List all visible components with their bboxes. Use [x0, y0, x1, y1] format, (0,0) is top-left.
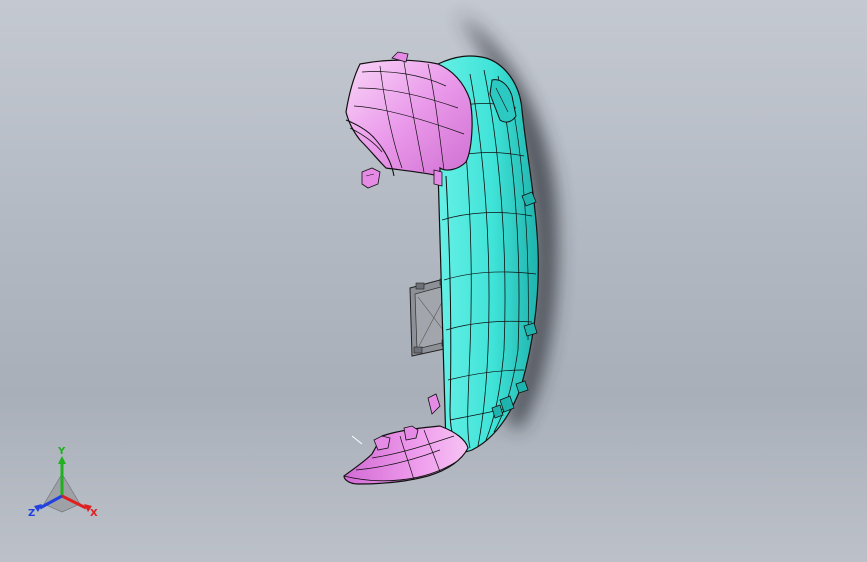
triad-z-label: Z — [28, 508, 35, 519]
orientation-triad[interactable]: Y X Z — [20, 444, 110, 524]
triad-x-label: X — [90, 508, 98, 519]
y-arrow-icon — [58, 456, 66, 464]
graphics-viewport[interactable]: Y X Z — [0, 0, 867, 562]
triad-y-label: Y — [57, 446, 66, 457]
bumper-3d-model[interactable] — [0, 0, 867, 562]
